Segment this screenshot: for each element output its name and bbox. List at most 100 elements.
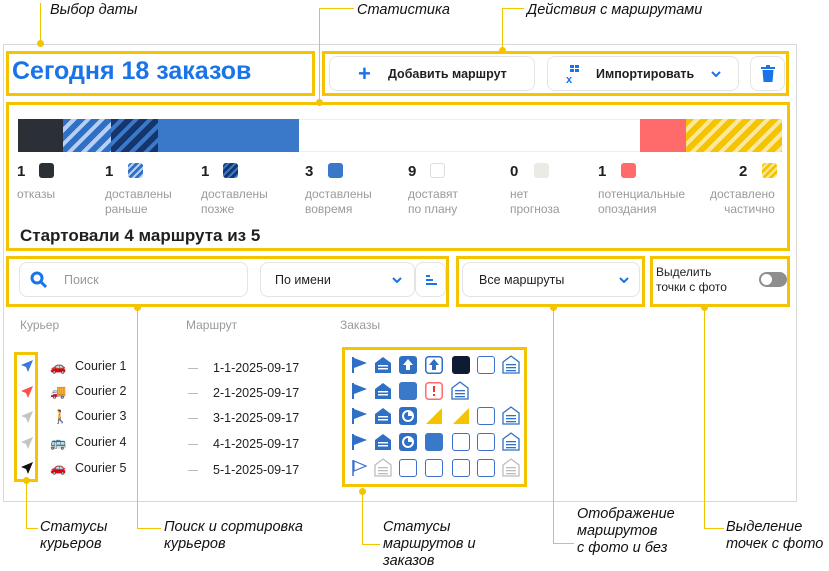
bar-segment-late bbox=[111, 119, 158, 152]
warehouse-outline-icon bbox=[374, 458, 392, 477]
bar-segment-potential-late bbox=[640, 119, 686, 152]
courier-name[interactable]: Courier 3 bbox=[75, 409, 126, 423]
photo-toggle-label: Выделить точки с фото bbox=[656, 265, 727, 294]
leader-line bbox=[553, 306, 554, 544]
annotation-route-statuses: Статусы маршрутов и заказов bbox=[383, 519, 476, 569]
stat-count: 2 bbox=[739, 163, 748, 180]
flag-outline-icon bbox=[352, 460, 368, 476]
order-status-icon bbox=[477, 356, 495, 374]
order-status-icon bbox=[425, 459, 443, 477]
leader-line bbox=[704, 528, 724, 529]
leader-line bbox=[319, 8, 354, 9]
courier-status-arrow-icon bbox=[21, 386, 33, 398]
legend-swatch bbox=[128, 163, 143, 178]
chevron-down-icon bbox=[711, 71, 721, 77]
stat-count: 1 bbox=[598, 163, 607, 180]
route-dash bbox=[188, 418, 198, 419]
courier-status-arrow-icon bbox=[21, 360, 33, 372]
upload-arrow-icon bbox=[425, 356, 443, 374]
route-name[interactable]: 2-1-2025-09-17 bbox=[213, 386, 299, 400]
plus-icon: + bbox=[358, 61, 371, 86]
chevron-down-icon bbox=[392, 277, 402, 283]
truck-icon: 🚚 bbox=[50, 384, 67, 399]
courier-name[interactable]: Courier 4 bbox=[75, 435, 126, 449]
upload-arrow-icon bbox=[399, 356, 417, 374]
stat-label: доставлены вовремя bbox=[305, 187, 372, 216]
route-name[interactable]: 3-1-2025-09-17 bbox=[213, 411, 299, 425]
route-dash bbox=[188, 368, 198, 369]
column-header-route: Маршрут bbox=[186, 318, 238, 332]
stat-count: 9 bbox=[408, 163, 417, 180]
stat-label: нет прогноза bbox=[510, 187, 560, 216]
page-title[interactable]: Сегодня 18 заказов bbox=[12, 57, 251, 86]
legend-swatch bbox=[223, 163, 238, 178]
warehouse-outline-icon bbox=[502, 432, 520, 451]
partial-triangle-icon bbox=[426, 408, 442, 424]
sort-icon bbox=[426, 275, 437, 285]
column-header-orders: Заказы bbox=[340, 318, 381, 332]
leader-line bbox=[704, 306, 705, 529]
annotation-route-actions: Действия с маршрутами bbox=[527, 2, 703, 18]
stat-label: доставят по плану bbox=[408, 187, 458, 216]
chevron-down-icon bbox=[619, 277, 629, 283]
routes-select[interactable]: Все маршруты bbox=[462, 262, 640, 297]
legend-swatch bbox=[39, 163, 54, 178]
leader-line bbox=[502, 8, 503, 52]
stat-count: 3 bbox=[305, 163, 314, 180]
delete-button[interactable] bbox=[750, 56, 785, 91]
bar-segment-planned bbox=[299, 119, 640, 152]
search-input[interactable]: Поиск bbox=[19, 262, 248, 297]
sort-select[interactable]: По имени bbox=[260, 262, 415, 297]
route-dash bbox=[188, 444, 198, 445]
warehouse-icon bbox=[375, 434, 391, 450]
route-name[interactable]: 1-1-2025-09-17 bbox=[213, 361, 299, 375]
warehouse-outline-icon bbox=[502, 458, 520, 477]
order-status-icon bbox=[399, 382, 417, 400]
leader-dot bbox=[359, 488, 366, 495]
flag-icon bbox=[352, 357, 367, 373]
walk-icon: 🚶 bbox=[52, 409, 69, 424]
order-status-icon bbox=[477, 459, 495, 477]
flag-icon bbox=[352, 434, 367, 450]
import-button[interactable]: x Импортировать bbox=[547, 56, 739, 91]
warehouse-icon bbox=[375, 408, 391, 424]
legend-swatch bbox=[534, 163, 549, 178]
stat-label: отказы bbox=[17, 187, 56, 201]
route-name[interactable]: 5-1-2025-09-17 bbox=[213, 463, 299, 477]
warehouse-icon bbox=[375, 383, 391, 399]
annotation-photo-display: Отображение маршрутов с фото и без bbox=[577, 506, 675, 556]
courier-status-arrow-icon bbox=[21, 462, 33, 474]
courier-name[interactable]: Courier 2 bbox=[75, 384, 126, 398]
order-status-icon bbox=[452, 433, 470, 451]
legend-swatch bbox=[621, 163, 636, 178]
annotation-search-sort: Поиск и сортировка курьеров bbox=[164, 519, 303, 552]
legend-swatch bbox=[762, 163, 777, 178]
courier-name[interactable]: Courier 1 bbox=[75, 359, 126, 373]
toggle-knob bbox=[761, 274, 772, 285]
bus-icon: 🚌 bbox=[50, 435, 67, 450]
legend-swatch bbox=[328, 163, 343, 178]
clock-icon bbox=[399, 407, 417, 425]
warehouse-icon bbox=[375, 357, 391, 373]
add-route-button[interactable]: + Добавить маршрут bbox=[329, 56, 535, 91]
leader-line bbox=[362, 544, 380, 545]
order-status-icon bbox=[425, 433, 443, 451]
started-routes-text: Стартовали 4 маршрута из 5 bbox=[20, 226, 261, 245]
stat-count: 1 bbox=[17, 163, 26, 180]
photo-toggle[interactable] bbox=[759, 272, 787, 287]
flag-icon bbox=[352, 383, 367, 399]
flag-icon bbox=[352, 408, 367, 424]
route-dash bbox=[188, 470, 198, 471]
sort-order-button[interactable] bbox=[415, 262, 446, 297]
bar-segment-early bbox=[63, 119, 111, 152]
warehouse-outline-icon bbox=[502, 355, 520, 374]
sort-value: По имени bbox=[275, 273, 331, 287]
trash-icon bbox=[761, 65, 775, 82]
stat-label: доставлены позже bbox=[201, 187, 268, 216]
leader-line bbox=[362, 490, 363, 545]
bar-segment-ontime bbox=[158, 119, 299, 152]
bar-segment-partial bbox=[686, 119, 782, 152]
route-name[interactable]: 4-1-2025-09-17 bbox=[213, 437, 299, 451]
warehouse-outline-icon bbox=[451, 381, 469, 400]
courier-name[interactable]: Courier 5 bbox=[75, 461, 126, 475]
